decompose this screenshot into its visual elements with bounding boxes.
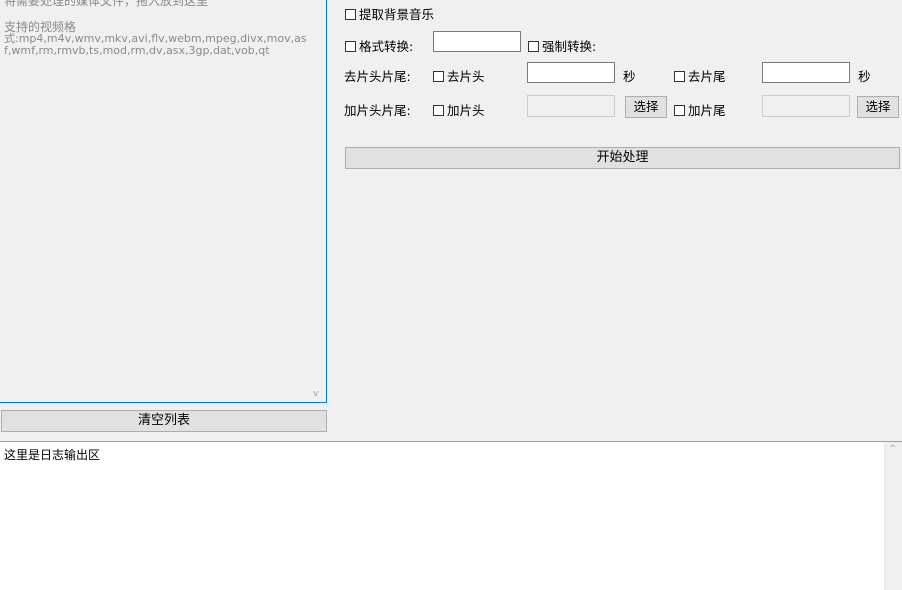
force-convert-label: 强制转换:: [542, 39, 597, 54]
add-tail-option[interactable]: 加片尾: [674, 100, 726, 119]
force-convert-option[interactable]: 强制转换:: [528, 36, 596, 55]
extract-bg-music-option[interactable]: 提取背景音乐: [345, 4, 434, 23]
start-processing-button[interactable]: 开始处理: [345, 147, 900, 169]
select-tail-button[interactable]: 选择: [857, 96, 899, 118]
add-head-path-input[interactable]: [527, 95, 615, 117]
scroll-up-icon[interactable]: ^: [313, 0, 321, 4]
add-tail-label: 加片尾: [688, 103, 726, 118]
supported-formats-list: 式:mp4,m4v,wmv,mkv,avi,flv,webm,mpeg,divx…: [4, 32, 307, 57]
add-head-tail-label: 加片头片尾:: [344, 103, 411, 118]
file-list-scrollbar[interactable]: ^ v: [309, 0, 326, 402]
force-convert-checkbox[interactable]: [528, 41, 539, 52]
trim-tail-seconds-unit: 秒: [858, 69, 871, 84]
scroll-up-icon[interactable]: ^: [889, 444, 897, 454]
trim-head-seconds-input[interactable]: [527, 62, 615, 83]
add-tail-checkbox[interactable]: [674, 105, 685, 116]
trim-head-tail-label: 去片头片尾:: [344, 69, 411, 84]
trim-head-seconds-unit: 秒: [623, 69, 636, 84]
trim-head-option[interactable]: 去片头: [433, 66, 485, 85]
log-scrollbar[interactable]: ^: [884, 442, 902, 590]
trim-tail-checkbox[interactable]: [674, 71, 685, 82]
trim-head-checkbox[interactable]: [433, 71, 444, 82]
extract-bg-music-checkbox[interactable]: [345, 9, 356, 20]
format-input[interactable]: [433, 31, 521, 52]
file-drop-list[interactable]: 将需要处理的媒体文件，拖入放到这里 支持的视频格 式:mp4,m4v,wmv,m…: [0, 0, 327, 403]
drop-hint: 将需要处理的媒体文件，拖入放到这里: [4, 0, 209, 8]
format-convert-checkbox[interactable]: [345, 41, 356, 52]
format-convert-label: 格式转换:: [359, 39, 414, 54]
add-head-checkbox[interactable]: [433, 105, 444, 116]
trim-tail-label: 去片尾: [688, 69, 726, 84]
extract-bg-music-label: 提取背景音乐: [359, 7, 435, 22]
trim-tail-option[interactable]: 去片尾: [674, 66, 726, 85]
trim-tail-seconds-input[interactable]: [762, 62, 850, 83]
log-text: 这里是日志输出区: [4, 448, 101, 462]
trim-head-label: 去片头: [447, 69, 485, 84]
select-head-button[interactable]: 选择: [625, 96, 667, 118]
format-convert-option[interactable]: 格式转换:: [345, 36, 413, 55]
add-head-label: 加片头: [447, 103, 485, 118]
clear-list-button[interactable]: 清空列表: [1, 410, 327, 432]
add-tail-path-input[interactable]: [762, 95, 850, 117]
add-head-option[interactable]: 加片头: [433, 100, 485, 119]
scroll-down-icon[interactable]: v: [313, 389, 318, 399]
log-output[interactable]: 这里是日志输出区 ^: [0, 441, 902, 590]
